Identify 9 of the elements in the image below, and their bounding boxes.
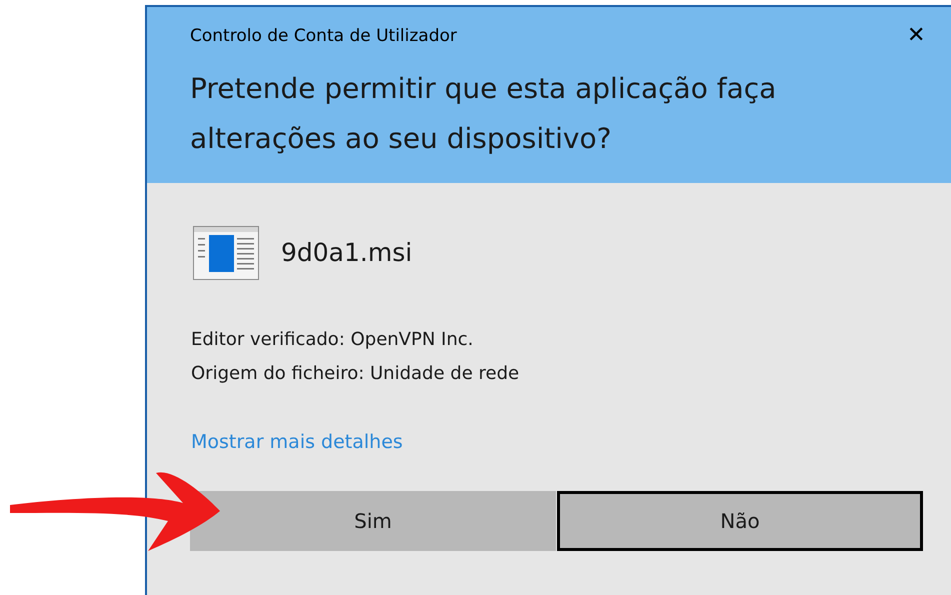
window-title: Controlo de Conta de Utilizador	[190, 25, 457, 48]
dialog-button[interactable]: Não	[557, 490, 923, 550]
detail-text: Editor verificado: OpenVPN Inc.	[191, 328, 474, 352]
dialog-button[interactable]: Sim	[190, 490, 556, 550]
installer-icon	[193, 226, 259, 280]
detail-text: Origem do ficheiro: Unidade de rede	[191, 362, 520, 386]
dialog-heading: Pretende permitir que esta aplicação faça alterações ao seu dispositivo?	[190, 70, 778, 156]
program-name: 9d0a1.msi	[281, 237, 412, 270]
close-button[interactable]: ✕	[907, 25, 926, 47]
